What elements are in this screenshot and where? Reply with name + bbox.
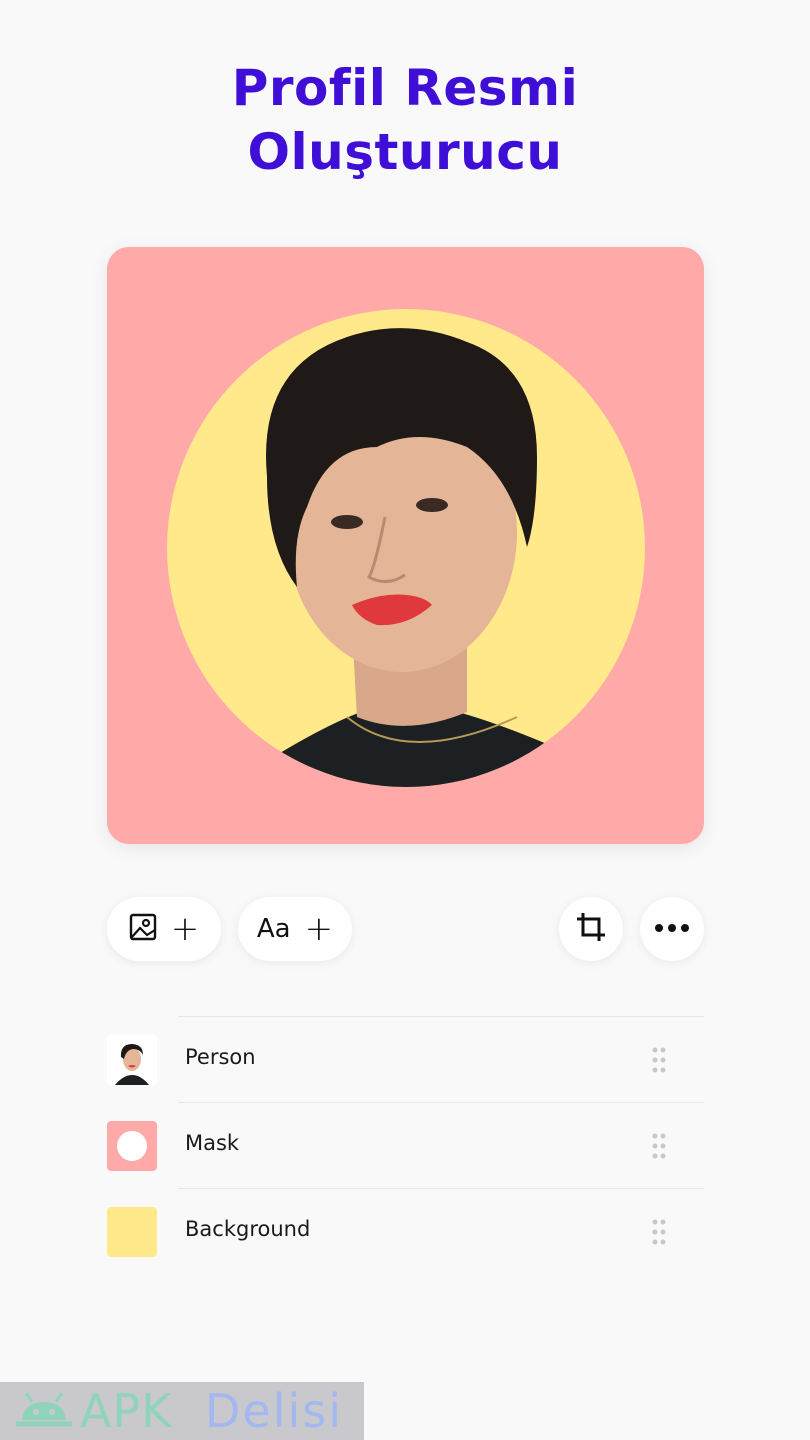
layer-thumb-mask: [107, 1121, 157, 1171]
image-icon: [129, 913, 157, 946]
title-line-1: Profil Resmi: [231, 59, 579, 117]
drag-handle-icon[interactable]: [652, 1219, 666, 1245]
drag-handle-icon[interactable]: [652, 1133, 666, 1159]
layer-label: Background: [185, 1217, 311, 1241]
add-text-button[interactable]: Aa +: [238, 897, 352, 961]
layer-row-background[interactable]: Background: [107, 1189, 704, 1275]
text-icon: Aa: [256, 914, 291, 944]
layer-label: Mask: [185, 1131, 240, 1155]
layer-label: Person: [185, 1045, 256, 1069]
more-horizontal-icon: [654, 920, 690, 938]
watermark-text-delisi: Delisi: [205, 1384, 344, 1438]
preview-artwork: [107, 247, 704, 844]
plus-icon: +: [304, 909, 334, 949]
layer-row-mask[interactable]: Mask: [107, 1103, 704, 1189]
title-line-2: Oluşturucu: [247, 123, 563, 181]
watermark-text-apk: APK: [80, 1384, 173, 1438]
android-robot-icon: [14, 1390, 74, 1439]
crop-icon: [575, 911, 607, 948]
page-title: Profil Resmi Oluşturucu: [0, 56, 810, 184]
layer-thumb-background: [107, 1207, 157, 1257]
layer-thumb-person: [107, 1035, 157, 1085]
more-options-button[interactable]: [640, 897, 704, 961]
watermark: APK Delisi: [0, 1382, 364, 1440]
profile-preview-canvas[interactable]: [107, 247, 704, 844]
plus-icon: +: [170, 909, 200, 949]
crop-button[interactable]: [559, 897, 623, 961]
layer-row-person[interactable]: Person: [107, 1017, 704, 1103]
drag-handle-icon[interactable]: [652, 1047, 666, 1073]
add-image-button[interactable]: +: [107, 897, 221, 961]
